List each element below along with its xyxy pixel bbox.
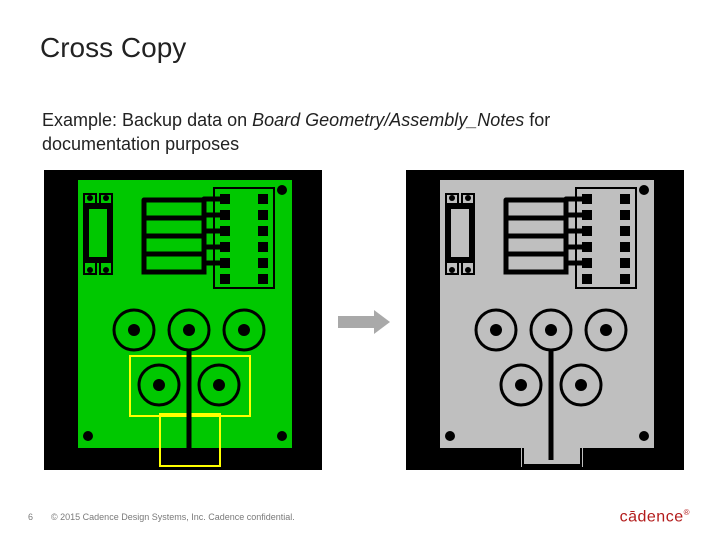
copyright-text: © 2015 Cadence Design Systems, Inc. Cade… [51, 512, 295, 522]
figure-stage [44, 170, 684, 470]
slide-subtitle: Example: Backup data on Board Geometry/A… [42, 108, 662, 157]
logo-text: cādence [620, 508, 684, 525]
footer: 6 © 2015 Cadence Design Systems, Inc. Ca… [28, 512, 295, 522]
pcb-source [44, 170, 322, 470]
subtitle-italic: Board Geometry/Assembly_Notes [252, 110, 524, 130]
page-number: 6 [28, 512, 33, 522]
pcb-result [406, 170, 684, 470]
panel-result [406, 170, 684, 470]
subtitle-pre: Example: Backup data on [42, 110, 252, 130]
logo-mark: ® [684, 508, 690, 517]
cadence-logo: cādence® [620, 508, 690, 526]
slide-title: Cross Copy [40, 32, 186, 64]
panel-source [44, 170, 322, 470]
arrow-icon [338, 310, 392, 334]
